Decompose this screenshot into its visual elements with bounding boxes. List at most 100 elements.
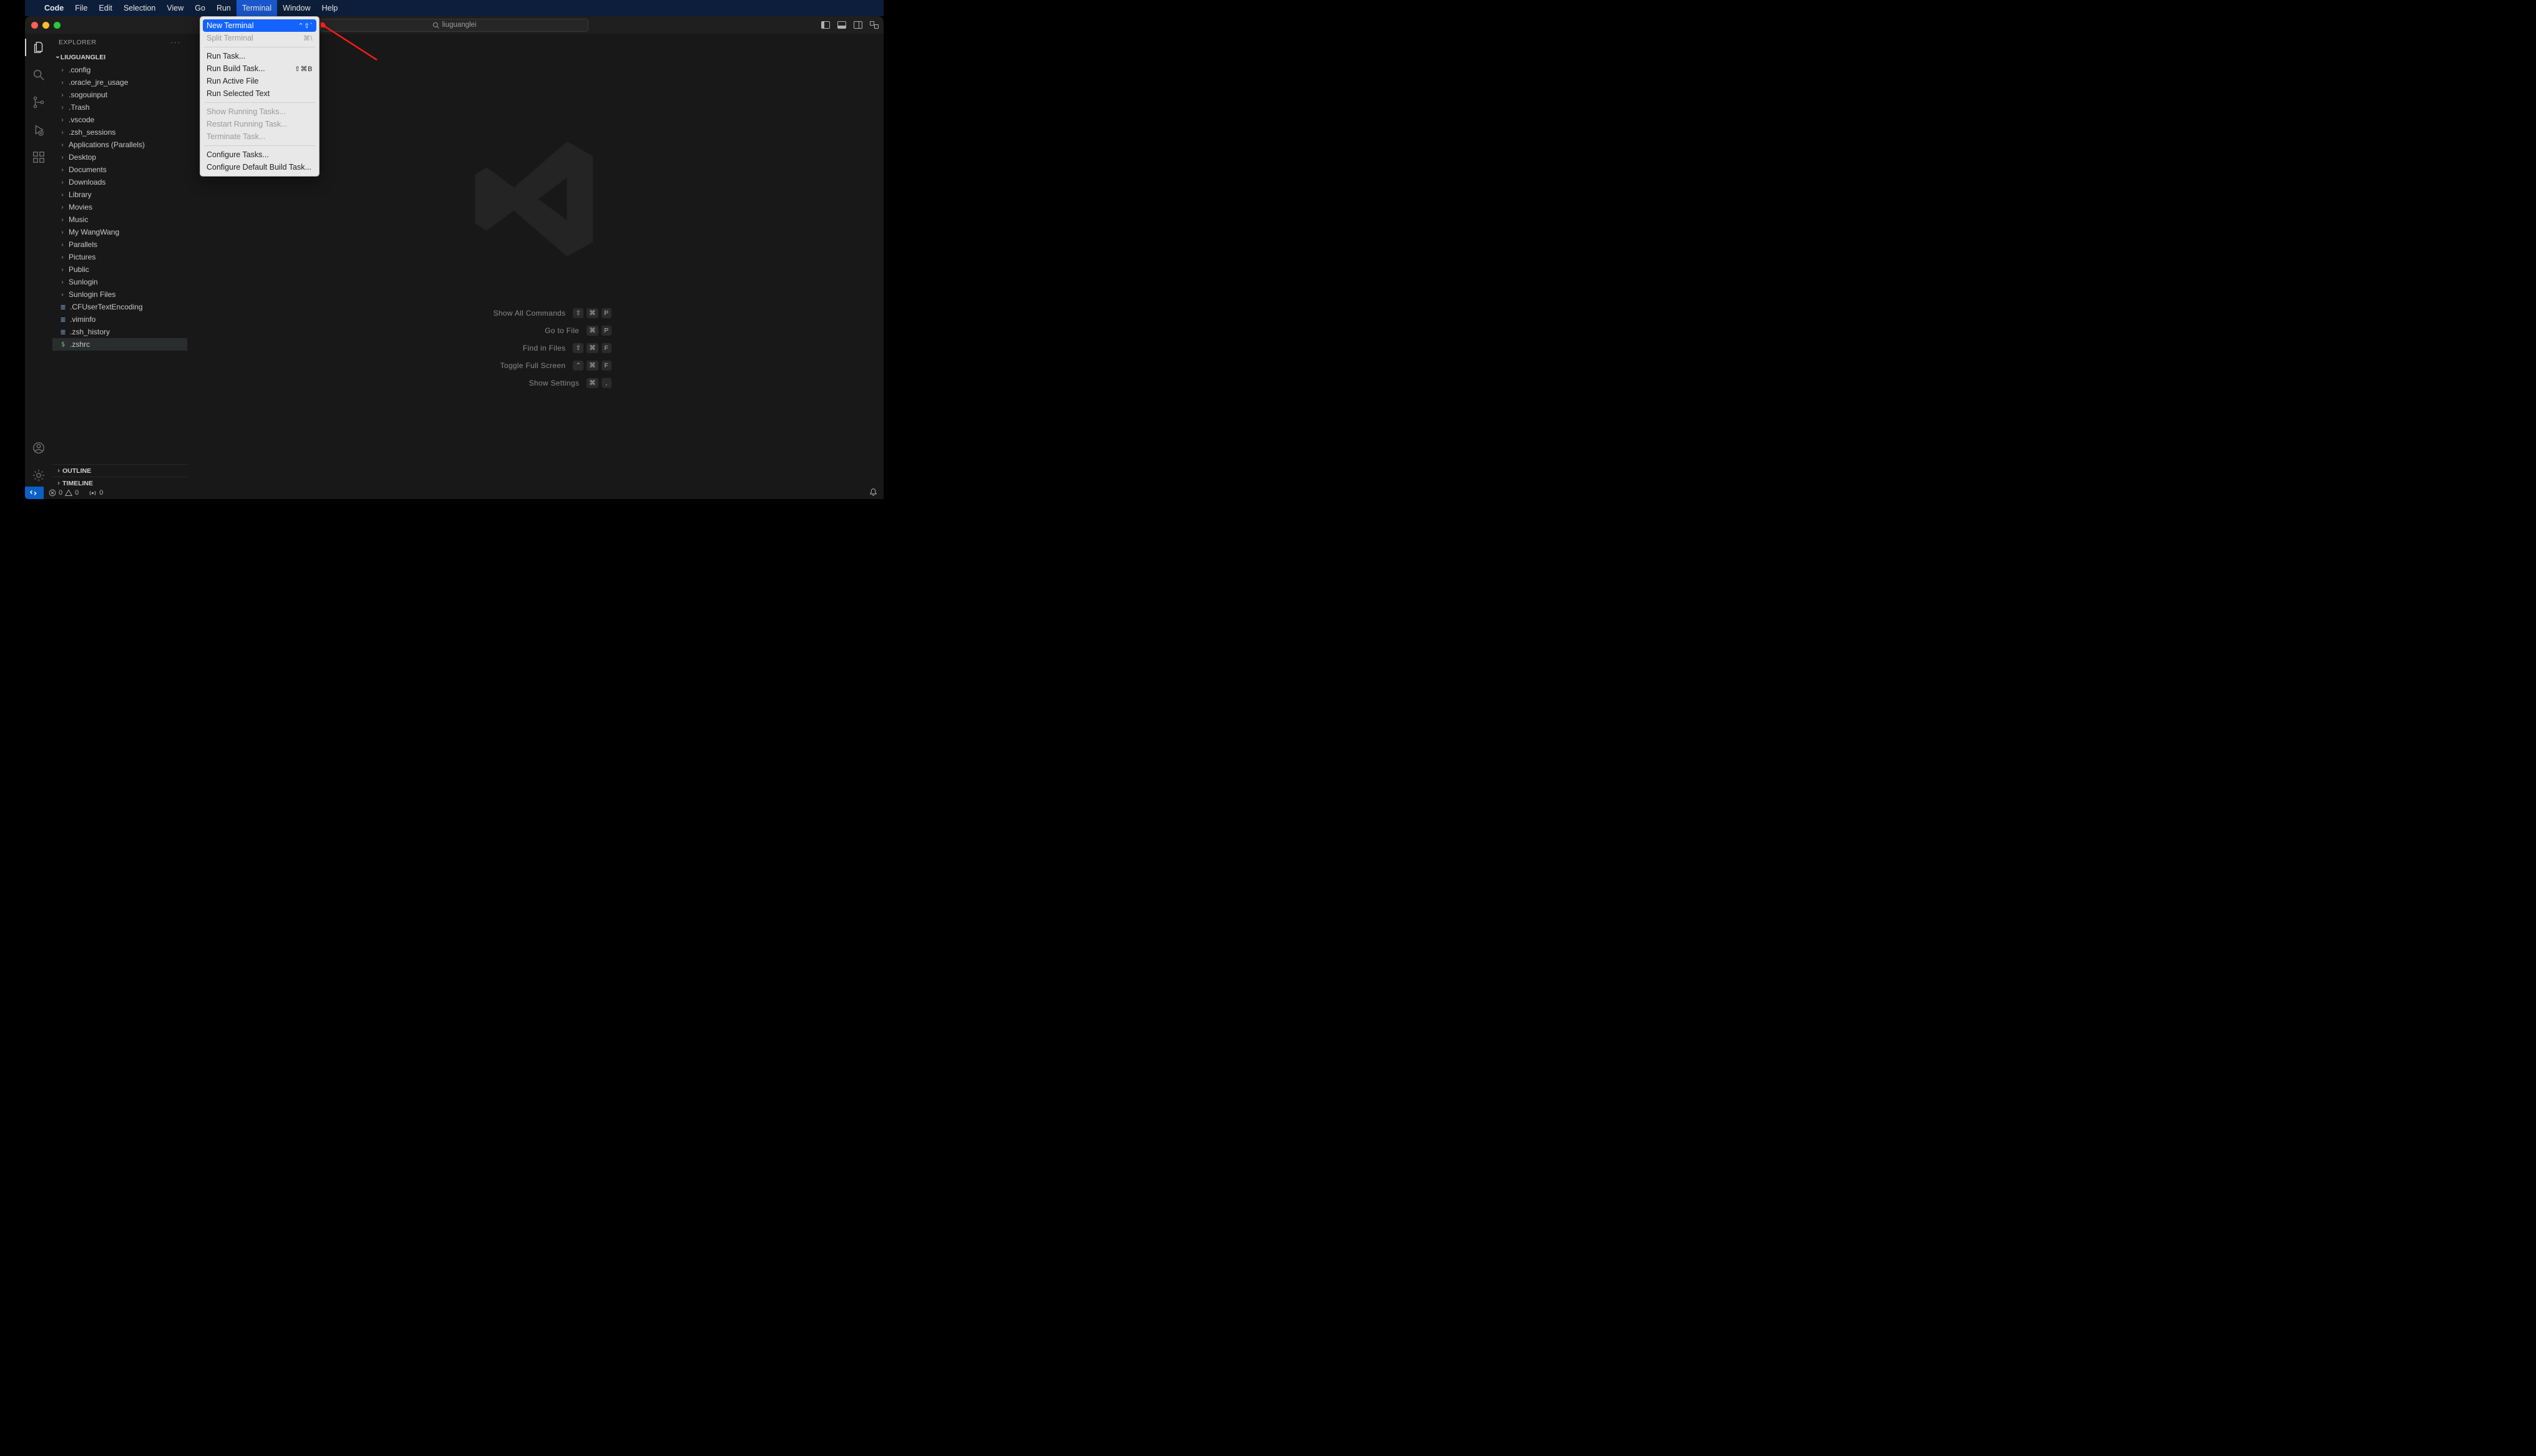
remote-indicator[interactable] bbox=[25, 487, 44, 499]
file-item[interactable]: .zsh_history bbox=[52, 326, 187, 338]
menu-item-shortcut: ⌘\ bbox=[303, 34, 313, 42]
command-center-search[interactable]: liuguanglei bbox=[320, 19, 588, 32]
search-text: liuguanglei bbox=[442, 21, 477, 29]
window-traffic-lights bbox=[31, 22, 61, 29]
folder-item[interactable]: .zsh_sessions bbox=[52, 126, 187, 138]
folder-item[interactable]: Documents bbox=[52, 163, 187, 176]
file-item[interactable]: $.zshrc bbox=[52, 338, 187, 351]
problems-indicator[interactable]: 0 0 bbox=[44, 489, 84, 497]
folder-item[interactable]: Music bbox=[52, 213, 187, 226]
item-label: My WangWang bbox=[69, 228, 119, 236]
key: ⌃ bbox=[573, 361, 583, 371]
close-window-button[interactable] bbox=[31, 22, 38, 29]
activity-bar bbox=[25, 34, 52, 489]
menu-item[interactable]: Run Build Task...⇧⌘B bbox=[200, 62, 319, 75]
vscode-window: ← → liuguanglei bbox=[25, 16, 884, 489]
item-label: .viminfo bbox=[70, 315, 95, 324]
toggle-primary-sidebar-icon[interactable] bbox=[821, 21, 830, 29]
menu-item[interactable]: Configure Default Build Task... bbox=[200, 161, 319, 173]
menu-item[interactable]: New Terminal⌃⇧` bbox=[203, 19, 316, 32]
folder-item[interactable]: Downloads bbox=[52, 176, 187, 188]
menu-selection[interactable]: Selection bbox=[118, 0, 161, 16]
menu-edit[interactable]: Edit bbox=[93, 0, 118, 16]
chevron-right-icon bbox=[59, 167, 66, 173]
shortcut-keys: ⇧⌘F bbox=[573, 343, 611, 353]
toggle-secondary-sidebar-icon[interactable] bbox=[854, 21, 862, 29]
terminal-menu-dropdown: New Terminal⌃⇧`Split Terminal⌘\Run Task.… bbox=[200, 16, 319, 177]
menu-item-label: Configure Tasks... bbox=[207, 150, 269, 159]
toggle-panel-icon[interactable] bbox=[837, 21, 846, 29]
menu-item[interactable]: Configure Tasks... bbox=[200, 148, 319, 161]
menu-help[interactable]: Help bbox=[316, 0, 344, 16]
item-label: Applications (Parallels) bbox=[69, 140, 145, 149]
item-label: .zshrc bbox=[70, 340, 90, 349]
folder-item[interactable]: Sunlogin bbox=[52, 276, 187, 288]
folder-item[interactable]: Sunlogin Files bbox=[52, 288, 187, 301]
chevron-right-icon bbox=[59, 254, 66, 261]
folder-item[interactable]: Applications (Parallels) bbox=[52, 138, 187, 151]
key: ⌘ bbox=[587, 308, 598, 318]
chevron-right-icon bbox=[59, 204, 66, 211]
menu-window[interactable]: Window bbox=[277, 0, 316, 16]
menu-go[interactable]: Go bbox=[189, 0, 211, 16]
ports-indicator[interactable]: 0 bbox=[84, 489, 108, 497]
menu-run[interactable]: Run bbox=[211, 0, 237, 16]
folder-item[interactable]: .Trash bbox=[52, 101, 187, 114]
accounts-icon[interactable] bbox=[30, 439, 47, 457]
chevron-right-icon bbox=[59, 241, 66, 248]
chevron-right-icon bbox=[59, 67, 66, 74]
file-item[interactable]: .viminfo bbox=[52, 313, 187, 326]
chevron-right-icon bbox=[59, 79, 66, 86]
folder-item[interactable]: .sogouinput bbox=[52, 89, 187, 101]
item-label: Music bbox=[69, 215, 88, 224]
chevron-right-icon bbox=[59, 154, 66, 161]
file-icon bbox=[59, 316, 67, 324]
menu-item-shortcut: ⌃⇧` bbox=[298, 22, 313, 30]
minimize-window-button[interactable] bbox=[42, 22, 49, 29]
run-debug-icon[interactable] bbox=[30, 121, 47, 138]
chevron-right-icon bbox=[59, 117, 66, 124]
explorer-icon[interactable] bbox=[30, 39, 47, 56]
folder-item[interactable]: .config bbox=[52, 64, 187, 76]
extensions-icon[interactable] bbox=[30, 148, 47, 166]
source-control-icon[interactable] bbox=[30, 94, 47, 111]
notifications-icon[interactable] bbox=[869, 488, 877, 498]
menu-item-label: Restart Running Task... bbox=[207, 120, 288, 129]
folder-header[interactable]: LIUGUANGLEI bbox=[52, 51, 187, 64]
folder-item[interactable]: Parallels bbox=[52, 238, 187, 251]
folder-item[interactable]: Desktop bbox=[52, 151, 187, 163]
folder-item[interactable]: Library bbox=[52, 188, 187, 201]
key: ⌘ bbox=[587, 361, 598, 371]
menu-item[interactable]: Run Selected Text bbox=[200, 87, 319, 100]
folder-item[interactable]: .vscode bbox=[52, 114, 187, 126]
file-icon: $ bbox=[59, 341, 67, 348]
customize-layout-icon[interactable] bbox=[870, 21, 879, 29]
menu-item-label: Show Running Tasks... bbox=[207, 107, 286, 116]
folder-item[interactable]: .oracle_jre_usage bbox=[52, 76, 187, 89]
menu-item[interactable]: Run Task... bbox=[200, 50, 319, 62]
folder-item[interactable]: Public bbox=[52, 263, 187, 276]
chevron-right-icon bbox=[59, 179, 66, 186]
menu-item[interactable]: Run Active File bbox=[200, 75, 319, 87]
item-label: Downloads bbox=[69, 178, 105, 187]
menu-terminal[interactable]: Terminal bbox=[237, 0, 277, 16]
folder-item[interactable]: Movies bbox=[52, 201, 187, 213]
menu-file[interactable]: File bbox=[69, 0, 93, 16]
folder-item[interactable]: My WangWang bbox=[52, 226, 187, 238]
search-icon bbox=[432, 22, 439, 29]
menu-view[interactable]: View bbox=[161, 0, 189, 16]
menu-app[interactable]: Code bbox=[39, 0, 69, 16]
folder-item[interactable]: Pictures bbox=[52, 251, 187, 263]
menu-item: Terminate Task... bbox=[200, 130, 319, 143]
key: F bbox=[602, 361, 612, 371]
file-item[interactable]: .CFUserTextEncoding bbox=[52, 301, 187, 313]
sidebar-more-icon[interactable]: ··· bbox=[171, 39, 182, 46]
key: ⌘ bbox=[587, 326, 598, 336]
outline-section[interactable]: OUTLINE bbox=[52, 464, 187, 477]
item-label: Library bbox=[69, 190, 92, 199]
item-label: .zsh_history bbox=[70, 328, 110, 336]
fullscreen-window-button[interactable] bbox=[54, 22, 61, 29]
manage-icon[interactable] bbox=[30, 467, 47, 484]
shortcut-keys: ⌘P bbox=[587, 326, 612, 336]
search-icon[interactable] bbox=[30, 66, 47, 84]
